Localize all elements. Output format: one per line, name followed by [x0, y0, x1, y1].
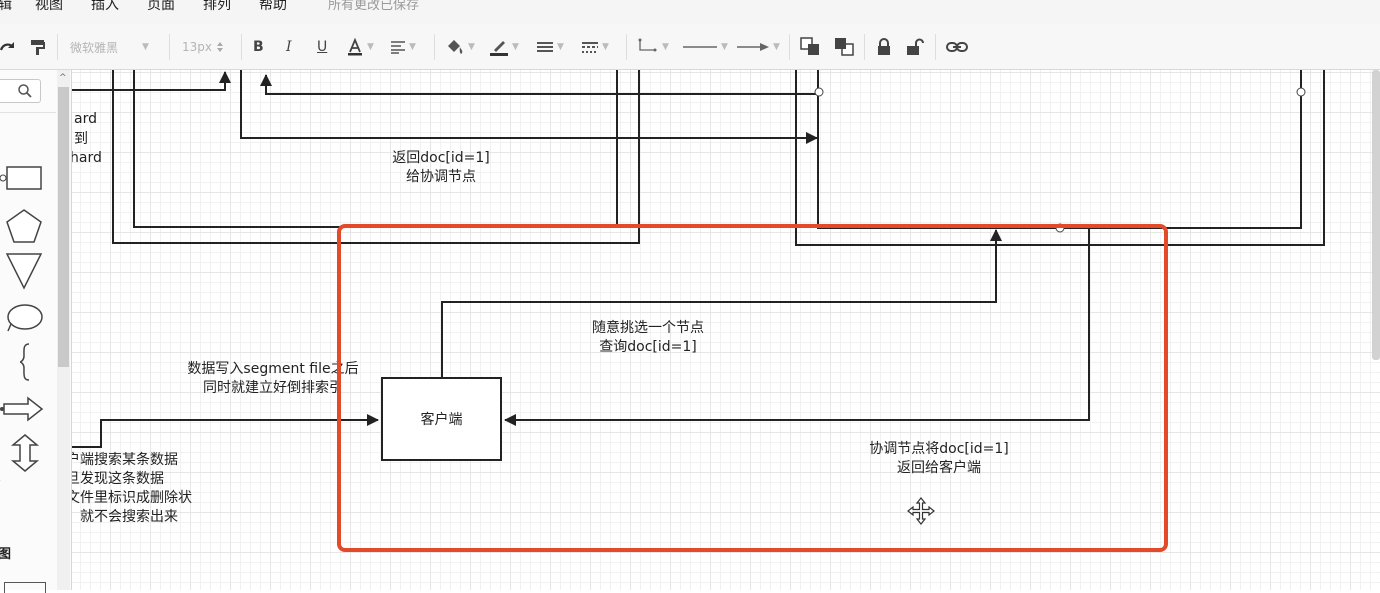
search-icon: [18, 84, 32, 98]
toolbar-separator: [169, 34, 170, 60]
font-size-field[interactable]: 13px: [182, 24, 224, 70]
toolbar-separator: [935, 34, 936, 60]
toolbar-separator: [864, 34, 865, 60]
toolbar-separator: [434, 34, 435, 60]
label-search-delete[interactable]: 户端搜索某条数据 旦发现这条数据 文件里标识成删除状 ，就不会搜索出来: [72, 451, 192, 527]
shape-partial[interactable]: [4, 582, 46, 593]
bold-icon[interactable]: B: [253, 24, 264, 70]
label-line: 返回doc[id=1]: [392, 150, 490, 166]
unlock-icon[interactable]: [906, 24, 924, 70]
move-cursor-icon: [907, 497, 935, 525]
menu-view[interactable]: 视图: [35, 0, 63, 14]
arrow-end-icon[interactable]: ▼: [736, 24, 780, 70]
sidebar-divider: [0, 112, 56, 113]
right-node-outer-container: [795, 70, 1325, 246]
redo-icon[interactable]: [0, 24, 16, 70]
double-arrow-shape[interactable]: [10, 433, 40, 473]
label-return-doc[interactable]: 返回doc[id=1] 给协调节点: [371, 149, 511, 187]
underline-icon[interactable]: U: [317, 24, 327, 70]
line-end-icon[interactable]: ▼: [682, 24, 728, 70]
link-icon[interactable]: [946, 24, 968, 70]
curly-brace-shape[interactable]: [18, 342, 32, 382]
label-left-top-1[interactable]: ard: [74, 110, 97, 129]
toolbar-separator: [789, 34, 790, 60]
menu-insert[interactable]: 插入: [91, 0, 119, 14]
label-line: 户端搜索某条数据: [72, 452, 178, 468]
highlight-annotation[interactable]: [337, 224, 1168, 552]
align-icon[interactable]: ▼: [390, 24, 416, 70]
arrow-return-doc: [240, 70, 818, 144]
to-back-icon[interactable]: [834, 24, 856, 70]
ellipse-shape[interactable]: [5, 303, 45, 333]
line-color-icon[interactable]: ▼: [489, 24, 519, 70]
sidebar-scrollbar-thumb[interactable]: [58, 87, 69, 367]
line-width-icon[interactable]: ▼: [536, 24, 564, 70]
pentagon-shape[interactable]: [5, 208, 43, 244]
label-left-top-3[interactable]: hard: [72, 149, 102, 168]
search-input[interactable]: [0, 79, 41, 103]
toolbar-separator: [626, 34, 627, 60]
label-left-top-2[interactable]: 到: [74, 130, 88, 149]
label-line: 文件里标识成删除状: [72, 490, 192, 506]
shape-fragment: ·: [0, 476, 1, 487]
toolbar-separator: [241, 34, 242, 60]
lock-icon[interactable]: [876, 24, 892, 70]
fill-color-icon[interactable]: ▼: [445, 24, 475, 70]
connection-point: [1296, 87, 1306, 97]
label-line: 给协调节点: [406, 169, 476, 185]
connection-point: [814, 87, 824, 97]
connector-icon[interactable]: ▼: [637, 24, 669, 70]
font-color-icon[interactable]: ▼: [346, 24, 374, 70]
save-status: 所有更改已保存: [328, 0, 420, 13]
format-painter-icon[interactable]: [29, 24, 47, 70]
font-size-value: 13px: [182, 40, 212, 54]
menu-help[interactable]: 帮助: [259, 0, 287, 14]
arrow-shape[interactable]: [0, 395, 46, 423]
menu-edit[interactable]: 辑: [0, 0, 12, 14]
label-line: 旦发现这条数据: [72, 471, 164, 487]
sidebar-section-label[interactable]: 图: [0, 543, 11, 562]
italic-icon[interactable]: I: [286, 24, 292, 70]
toolbar-separator: [57, 34, 58, 60]
to-front-icon[interactable]: [800, 24, 822, 70]
menu-arrange[interactable]: 排列: [203, 0, 231, 14]
shape-sidebar: ^ · 图: [0, 70, 72, 593]
menu-page[interactable]: 页面: [147, 0, 175, 14]
font-family-value: 微软雅黑: [70, 40, 119, 55]
line-style-icon[interactable]: ▼: [581, 24, 609, 70]
chevron-down-icon: ▼: [142, 42, 149, 52]
font-family-select[interactable]: 微软雅黑 ▼: [70, 24, 149, 70]
diagram-canvas[interactable]: ard 到 hard 返回doc[id=1] 给协调节点 随意挑选一个节点 查询…: [72, 70, 1380, 590]
arrow-up-left-top: [72, 71, 231, 91]
label-line: ，就不会搜索出来: [72, 509, 178, 525]
triangle-shape[interactable]: [5, 252, 43, 290]
arrow-into-client: [72, 414, 379, 448]
toolbar: 微软雅黑 ▼ 13px B I U ▼ ▼ ▼ ▼ ▼ ▼ ▼ ▼ ▼: [0, 24, 1380, 70]
stepper-icon: [217, 42, 223, 52]
canvas-scrollbar[interactable]: [1372, 70, 1380, 360]
arrow-top-return: [260, 74, 818, 95]
right-node-inner-container: [817, 70, 1302, 229]
menu-bar: 辑 视图 插入 页面 排列 帮助 所有更改已保存: [0, 0, 1380, 24]
rectangle-shape[interactable]: [0, 163, 46, 193]
